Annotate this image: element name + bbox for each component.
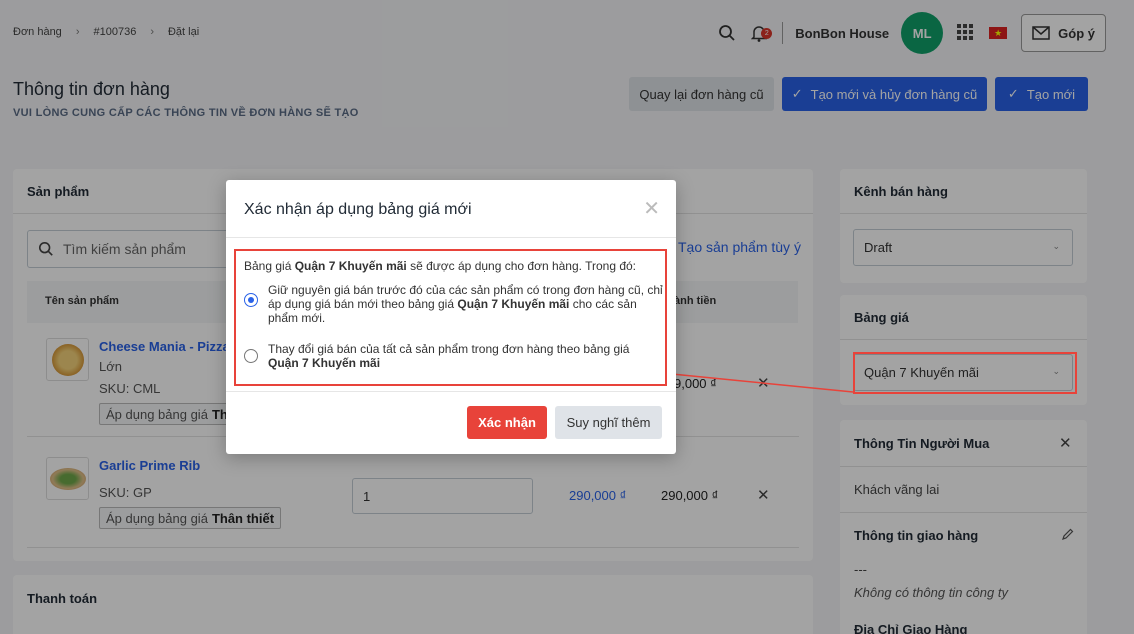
options-highlight — [234, 249, 667, 386]
confirm-pricelist-modal: Xác nhận áp dụng bảng giá mới ✕ Bảng giá… — [226, 180, 676, 454]
order-page: Đơn hàng › #100736 › Đặt lại 2 BonBon Ho… — [0, 0, 1134, 634]
modal-title: Xác nhận áp dụng bảng giá mới — [244, 201, 472, 218]
think-more-button[interactable]: Suy nghĩ thêm — [555, 406, 662, 439]
confirm-button[interactable]: Xác nhận — [467, 406, 547, 439]
think-label: Suy nghĩ thêm — [566, 415, 651, 430]
close-icon[interactable]: ✕ — [643, 196, 660, 221]
divider — [226, 237, 676, 238]
confirm-label: Xác nhận — [478, 415, 536, 430]
divider — [226, 391, 676, 392]
